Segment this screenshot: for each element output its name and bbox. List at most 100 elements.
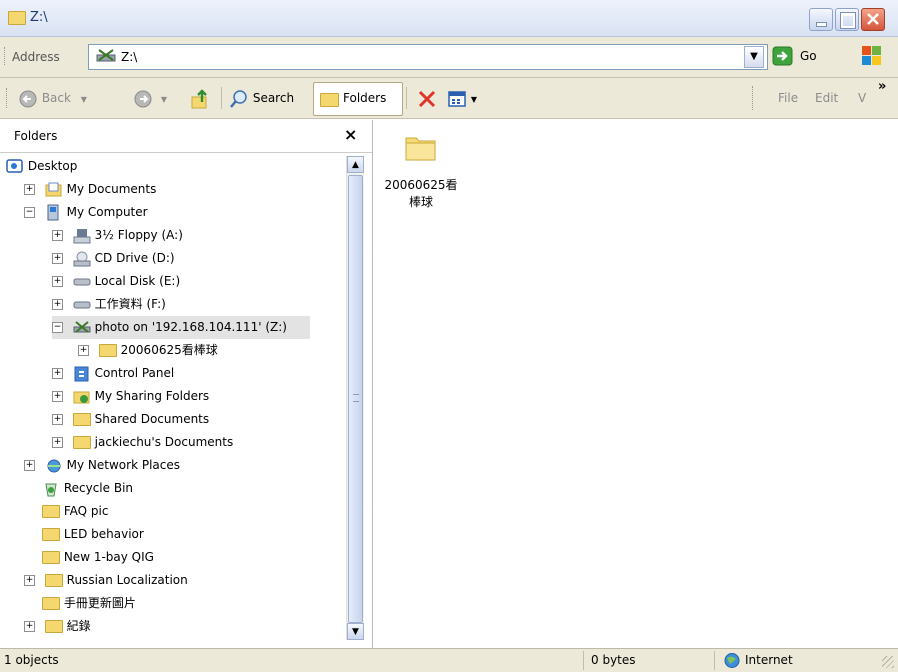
expand-icon[interactable]: + xyxy=(52,391,63,402)
tree-item-local-disk-e[interactable]: + Local Disk (E:) xyxy=(52,270,180,293)
minimize-button[interactable] xyxy=(809,8,833,31)
folder-tree: Desktop + My Documents − My Computer + 3… xyxy=(0,155,344,647)
minimize-icon xyxy=(816,22,827,27)
tree-item-new-1-bay-qig[interactable]: New 1-bay QIG xyxy=(42,546,154,569)
views-button[interactable]: ▼ xyxy=(447,86,477,110)
search-button[interactable]: Search xyxy=(229,86,294,110)
back-button[interactable]: Back ▼ xyxy=(18,86,87,110)
go-label: Go xyxy=(800,49,817,63)
expand-icon[interactable]: + xyxy=(24,460,35,471)
tree-item-label: LED behavior xyxy=(63,527,144,541)
collapse-icon[interactable]: − xyxy=(24,207,35,218)
window-title: Z:\ xyxy=(30,10,48,25)
forward-button[interactable]: ▼ xyxy=(133,86,167,110)
scroll-down-button[interactable]: ▼ xyxy=(347,623,364,640)
expand-icon[interactable]: + xyxy=(52,414,63,425)
folder-icon xyxy=(42,505,60,518)
tree-item-folder-20060625[interactable]: + 20060625看棒球 xyxy=(78,339,218,362)
status-object-count: 1 objects xyxy=(4,653,59,667)
desktop-icon xyxy=(6,158,23,173)
toolbar-grip xyxy=(4,47,7,65)
tree-item-my-computer[interactable]: − My Computer xyxy=(24,201,148,224)
windows-logo-icon xyxy=(862,46,882,66)
tree-item-faq-pic[interactable]: FAQ pic xyxy=(42,500,108,523)
tree-item-cd-drive[interactable]: + CD Drive (D:) xyxy=(52,247,175,270)
tree-item-jackiechu-documents[interactable]: + jackiechu's Documents xyxy=(52,431,233,454)
delete-button[interactable] xyxy=(416,86,438,110)
network-places-icon xyxy=(47,459,61,472)
expand-icon[interactable]: + xyxy=(52,368,63,379)
menu-file[interactable]: File xyxy=(778,86,798,110)
toolbar-grip xyxy=(6,88,9,108)
hard-disk-icon xyxy=(73,278,91,285)
chevron-down-icon: ▼ xyxy=(80,95,87,104)
menu-view[interactable]: V xyxy=(858,86,866,110)
tree-item-desktop[interactable]: Desktop xyxy=(6,155,77,178)
expand-icon[interactable]: + xyxy=(24,575,35,586)
views-icon xyxy=(448,90,466,107)
tree-item-manual-update-images[interactable]: 手冊更新圖片 xyxy=(42,592,136,615)
address-bar: Address Z:\ ▼ Go xyxy=(0,37,898,78)
resize-grip-icon[interactable] xyxy=(882,656,894,668)
tree-item-my-network-places[interactable]: + My Network Places xyxy=(24,454,180,477)
tree-item-russian-localization[interactable]: + Russian Localization xyxy=(24,569,188,592)
search-label: Search xyxy=(252,91,295,105)
collapse-icon[interactable]: − xyxy=(52,322,63,333)
folders-button[interactable]: Folders xyxy=(313,82,403,116)
folder-icon xyxy=(405,137,436,161)
tree-item-control-panel[interactable]: + Control Panel xyxy=(52,362,174,385)
folder-icon xyxy=(72,436,91,449)
tree-item-led-behavior[interactable]: LED behavior xyxy=(42,523,144,546)
folders-label: Folders xyxy=(343,91,387,105)
expand-icon[interactable]: + xyxy=(52,253,63,264)
tree-item-shared-documents[interactable]: + Shared Documents xyxy=(52,408,209,431)
menu-edit[interactable]: Edit xyxy=(815,86,838,110)
up-folder-button[interactable] xyxy=(190,86,210,110)
folder-icon xyxy=(8,11,26,25)
chevron-down-icon: ▼ xyxy=(160,95,167,104)
close-button[interactable] xyxy=(861,8,885,31)
tree-item-label: photo on '192.168.104.111' (Z:) xyxy=(94,320,287,334)
expand-icon[interactable]: + xyxy=(24,621,35,632)
status-size: 0 bytes xyxy=(591,653,636,667)
tree-item-my-sharing-folders[interactable]: + My Sharing Folders xyxy=(52,385,209,408)
tree-item-network-drive-z[interactable]: − photo on '192.168.104.111' (Z:) xyxy=(52,316,310,339)
grip-icon xyxy=(353,394,359,402)
network-drive-icon xyxy=(73,320,91,333)
tree-item-records[interactable]: + 紀錄 xyxy=(24,615,91,638)
status-bar: 1 objects 0 bytes Internet xyxy=(0,648,898,672)
tree-item-floppy[interactable]: + 3½ Floppy (A:) xyxy=(52,224,183,247)
cd-drive-icon xyxy=(73,251,91,266)
close-icon xyxy=(867,13,879,25)
expand-icon[interactable]: + xyxy=(52,299,63,310)
maximize-button[interactable] xyxy=(835,8,859,31)
folder-icon xyxy=(42,551,60,564)
up-folder-icon xyxy=(191,88,207,108)
file-item-folder[interactable]: 20060625看 棒球 xyxy=(381,132,461,222)
scroll-thumb[interactable] xyxy=(348,175,363,623)
tree-item-recycle-bin[interactable]: Recycle Bin xyxy=(42,477,133,500)
address-input[interactable]: Z:\ ▼ xyxy=(88,44,768,70)
expand-icon[interactable]: + xyxy=(52,230,63,241)
address-label: Address xyxy=(12,50,60,64)
title-bar: Z:\ xyxy=(0,0,898,37)
scroll-up-button[interactable]: ▲ xyxy=(347,156,364,173)
expand-icon[interactable]: + xyxy=(52,276,63,287)
address-dropdown-button[interactable]: ▼ xyxy=(744,46,764,68)
folder-icon xyxy=(72,413,91,426)
tree-item-label: 20060625看棒球 xyxy=(120,343,218,357)
folders-pane: Folders × Desktop + My Documents − My Co… xyxy=(0,120,373,648)
folders-scrollbar[interactable]: ▲ ▼ xyxy=(346,156,364,640)
tree-item-my-documents[interactable]: + My Documents xyxy=(24,178,156,201)
tree-item-drive-f[interactable]: + 工作資料 (F:) xyxy=(52,293,166,316)
chevron-up-icon: ▲ xyxy=(352,160,359,170)
tree-item-label: 工作資料 (F:) xyxy=(94,297,166,311)
maximize-icon xyxy=(841,13,855,28)
folder-icon xyxy=(98,344,117,357)
close-icon[interactable]: × xyxy=(344,125,357,144)
expand-icon[interactable]: + xyxy=(78,345,89,356)
toolbar-overflow-chevron-icon[interactable]: » xyxy=(878,79,886,94)
expand-icon[interactable]: + xyxy=(24,184,35,195)
expand-icon[interactable]: + xyxy=(52,437,63,448)
tree-item-label: My Network Places xyxy=(66,458,180,472)
